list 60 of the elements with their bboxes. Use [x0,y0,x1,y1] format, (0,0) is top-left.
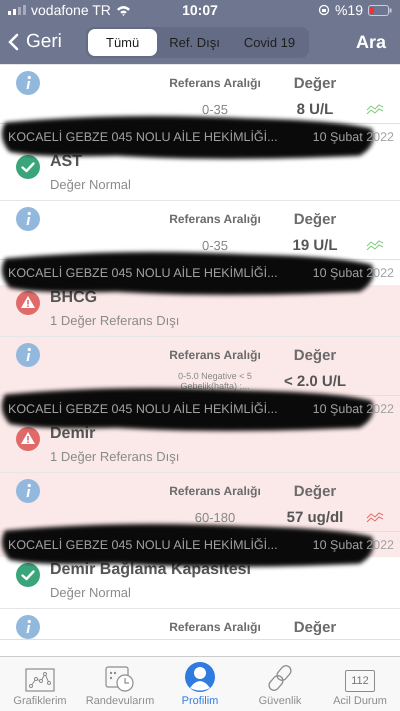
chevron-left-icon [8,33,19,51]
column-header: Değer [292,618,338,636]
filter-tab[interactable]: Ref. Dışı [157,28,232,56]
test-name: AST [50,153,83,171]
profile-icon [185,662,215,692]
lab-source: KOCAELİ GEBZE 045 NOLU AİLE HEKİMLİĞİ... [8,402,278,417]
test-name: BHCG [50,289,98,307]
reference-range: 60-180 [194,510,236,524]
battery-percent: %19 [334,2,363,18]
calendar-clock-icon [105,664,135,692]
reference-range: 0-5.0 Negative < 5 [178,371,252,381]
orientation-lock-icon [318,4,330,16]
wifi-icon [116,4,131,16]
trend-chart-icon[interactable] [366,511,384,523]
column-header: Referans Aralığı [168,484,262,498]
test-summary: 1 Değer Referans Dışı [50,449,180,464]
tab-bar-item[interactable]: 112 Acil Durum [320,657,400,711]
lab-source: KOCAELİ GEBZE 045 NOLU AİLE HEKİMLİĞİ... [8,130,278,145]
search-button[interactable]: Ara [356,32,392,52]
column-header: Referans Aralığı [168,348,262,362]
trend-chart-icon[interactable] [366,239,384,251]
tab-bar-item[interactable]: Randevularım [80,657,160,711]
signal-icon [8,5,26,15]
lab-source: KOCAELİ GEBZE 045 NOLU AİLE HEKİMLİĞİ... [8,266,278,281]
column-header: Referans Aralığı [168,212,262,226]
info-icon[interactable] [16,71,40,95]
result-value: 19 U/L [291,236,338,254]
info-icon[interactable] [16,479,40,503]
test-summary: 1 Değer Referans Dışı [50,313,180,328]
info-icon[interactable] [16,207,40,231]
reference-range: 0-35 [202,238,228,252]
battery-icon [368,4,392,16]
info-icon[interactable] [16,343,40,367]
column-header: Değer [292,74,338,92]
tab-bar-item[interactable]: Grafiklerim [0,657,80,711]
clock-time: 10:07 [182,2,218,18]
test-summary: Değer Normal [50,177,131,192]
info-icon[interactable] [16,615,40,639]
reference-range: 0-35 [202,102,228,116]
tab-bar-item[interactable]: Profilim [160,657,240,711]
filter-tab[interactable]: Covid 19 [232,28,308,56]
column-header: Değer [292,210,338,228]
filter-tab[interactable]: Tümü [88,28,158,56]
lab-source: KOCAELİ GEBZE 045 NOLU AİLE HEKİMLİĞİ... [8,538,278,553]
tab-bar-item[interactable]: Güvenlik [240,657,320,711]
test-summary: Değer Normal [50,585,132,600]
emergency-number-icon: 112 [345,670,375,692]
result-value: < 2.0 U/L [282,372,348,390]
result-value: 57 ug/dl [286,508,344,526]
trend-chart-icon[interactable] [366,103,384,115]
column-header: Referans Aralığı [168,620,262,634]
line-chart-icon [25,668,55,692]
column-header: Değer [292,346,338,364]
carrier-name: vodafone TR [31,2,111,18]
test-name: Demir [50,425,96,443]
back-button[interactable]: Geri [8,31,78,53]
reference-range: Gebelik(hafta) :... [180,381,250,391]
result-value: 8 U/L [296,100,334,118]
column-header: Değer [292,482,338,500]
column-header: Referans Aralığı [168,76,262,90]
